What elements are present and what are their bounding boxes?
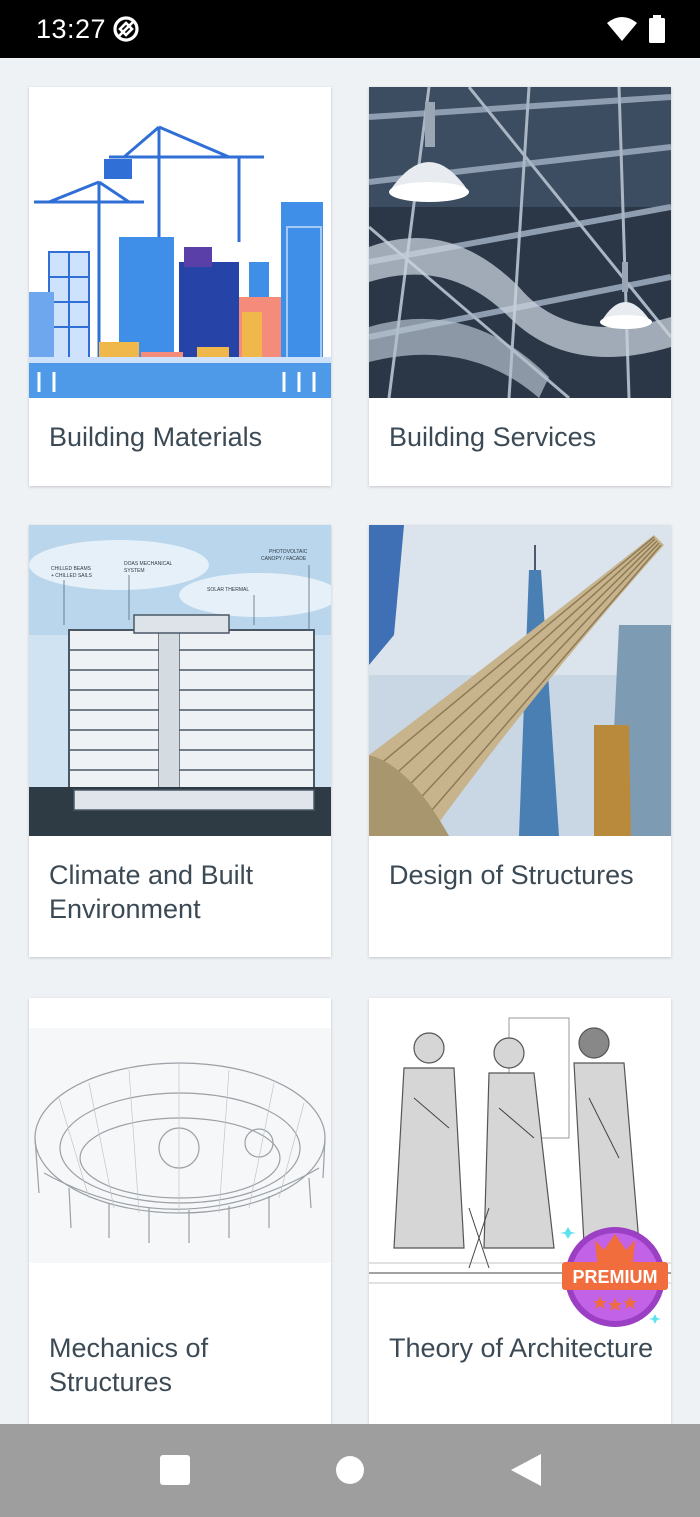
construction-skyline-illustration: [29, 87, 331, 398]
building-section-diagram: CHILLED BEAMS + CHILLED SAILS DOAS MECHA…: [29, 525, 331, 836]
card-title: Mechanics of Structures: [49, 1333, 209, 1397]
circle-slash-icon: [113, 16, 139, 42]
back-button[interactable]: [485, 1424, 565, 1517]
svg-text:CHILLED BEAMS: CHILLED BEAMS: [51, 566, 92, 572]
oculus-and-tower-photo: [369, 525, 671, 836]
course-card-building-services[interactable]: Building Services: [369, 87, 671, 486]
card-title: Building Materials: [49, 422, 263, 452]
svg-text:CANOPY / FACADE: CANOPY / FACADE: [261, 556, 307, 562]
premium-label: PREMIUM: [573, 1267, 658, 1287]
wifi-icon: [607, 17, 637, 41]
svg-text:DOAS MECHANICAL: DOAS MECHANICAL: [124, 561, 173, 567]
course-card-design-of-structures[interactable]: Design of Structures: [369, 525, 671, 957]
svg-text:+ CHILLED SAILS: + CHILLED SAILS: [51, 573, 93, 579]
triangle-back-icon: [511, 1454, 541, 1486]
square-icon: [160, 1455, 190, 1485]
svg-text:PHOTOVOLTAIC: PHOTOVOLTAIC: [269, 549, 308, 555]
ceiling-ducts-and-lamps-photo: [369, 87, 671, 398]
status-time: 13:27: [36, 14, 107, 44]
card-image: [369, 525, 671, 836]
card-title: Building Services: [389, 422, 597, 452]
card-image: [369, 87, 671, 398]
circle-icon: [336, 1456, 364, 1484]
home-button[interactable]: [310, 1424, 390, 1517]
card-image: [29, 998, 331, 1309]
course-card-climate-and-built-environment[interactable]: CHILLED BEAMS + CHILLED SAILS DOAS MECHA…: [29, 525, 331, 957]
svg-text:SOLAR THERMAL: SOLAR THERMAL: [207, 587, 249, 593]
card-image: [29, 87, 331, 398]
card-title: Design of Structures: [389, 860, 634, 890]
course-card-mechanics-of-structures[interactable]: Mechanics of Structures: [29, 998, 331, 1424]
system-nav-bar: [0, 1424, 700, 1517]
card-title: Climate and Built Environment: [49, 860, 254, 924]
card-image: CHILLED BEAMS + CHILLED SAILS DOAS MECHA…: [29, 525, 331, 836]
battery-icon: [649, 15, 665, 43]
recents-button[interactable]: [135, 1424, 215, 1517]
premium-badge[interactable]: PREMIUM: [560, 1222, 670, 1332]
status-bar: 13:27: [0, 0, 700, 58]
course-grid[interactable]: Building Materials Building Services CHI…: [0, 58, 700, 1424]
premium-crown-icon: PREMIUM: [560, 1227, 668, 1327]
card-title: Theory of Architecture: [389, 1333, 654, 1363]
stadium-wireframe-sketch: [29, 998, 331, 1309]
course-card-building-materials[interactable]: Building Materials: [29, 87, 331, 486]
svg-text:SYSTEM: SYSTEM: [124, 568, 145, 574]
course-card-theory-of-architecture[interactable]: Theory of Architecture: [369, 998, 671, 1424]
